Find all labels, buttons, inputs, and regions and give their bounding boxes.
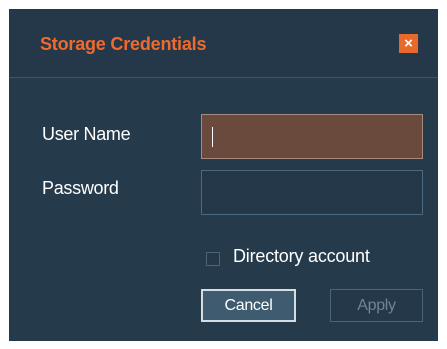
- text-caret: [212, 127, 213, 147]
- close-icon: ×: [404, 35, 413, 52]
- username-input[interactable]: [201, 114, 423, 159]
- password-input[interactable]: [201, 170, 423, 215]
- storage-credentials-dialog: Storage Credentials × User Name Password…: [9, 9, 438, 341]
- close-button[interactable]: ×: [399, 34, 418, 53]
- cancel-button[interactable]: Cancel: [201, 289, 296, 322]
- dialog-title: Storage Credentials: [40, 34, 207, 54]
- directory-account-checkbox[interactable]: [206, 252, 220, 266]
- dialog-titlebar: Storage Credentials ×: [9, 9, 438, 78]
- password-label: Password: [42, 178, 119, 198]
- username-label: User Name: [42, 124, 131, 144]
- apply-button[interactable]: Apply: [330, 289, 423, 322]
- directory-account-label[interactable]: Directory account: [233, 246, 370, 267]
